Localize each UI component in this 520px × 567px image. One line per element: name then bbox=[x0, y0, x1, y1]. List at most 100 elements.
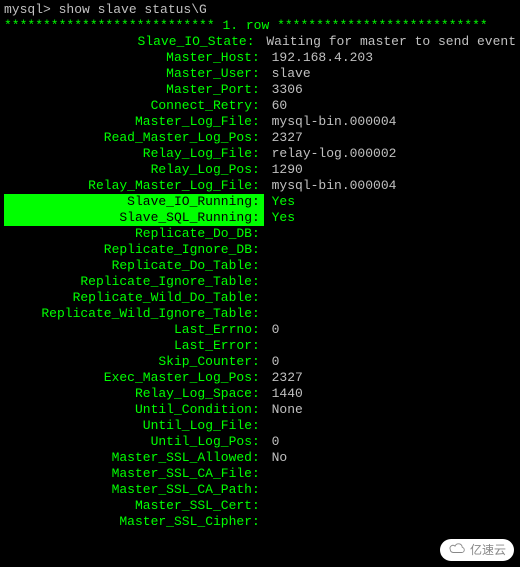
stars-left: *************************** bbox=[4, 18, 215, 33]
status-key: Until_Log_File bbox=[4, 418, 252, 434]
status-key: Replicate_Ignore_DB bbox=[4, 242, 252, 258]
colon: : bbox=[252, 290, 264, 306]
status-key: Replicate_Wild_Ignore_Table bbox=[4, 306, 252, 322]
status-value bbox=[264, 274, 272, 290]
status-value: 60 bbox=[264, 98, 287, 114]
colon: : bbox=[252, 498, 264, 514]
status-row: Relay_Log_File: relay-log.000002 bbox=[4, 146, 516, 162]
status-row: Connect_Retry: 60 bbox=[4, 98, 516, 114]
status-value: 2327 bbox=[264, 130, 303, 146]
status-value bbox=[264, 482, 272, 498]
status-key: Master_Port bbox=[4, 82, 252, 98]
status-key: Connect_Retry bbox=[4, 98, 252, 114]
colon: : bbox=[252, 242, 264, 258]
status-key: Replicate_Ignore_Table bbox=[4, 274, 252, 290]
status-value bbox=[264, 226, 272, 242]
status-key: Slave_SQL_Running bbox=[4, 210, 252, 226]
status-row: Slave_IO_Running: Yes bbox=[4, 194, 516, 210]
status-row: Master_SSL_CA_Path: bbox=[4, 482, 516, 498]
status-key: Last_Error bbox=[4, 338, 252, 354]
status-key: Slave_IO_Running bbox=[4, 194, 252, 210]
status-key: Master_SSL_Cert bbox=[4, 498, 252, 514]
status-row: Until_Condition: None bbox=[4, 402, 516, 418]
status-key: Master_SSL_Cipher bbox=[4, 514, 252, 530]
status-key: Master_Log_File bbox=[4, 114, 252, 130]
status-value: Yes bbox=[264, 210, 295, 226]
colon: : bbox=[252, 450, 264, 466]
status-key: Last_Errno bbox=[4, 322, 252, 338]
status-row: Relay_Master_Log_File: mysql-bin.000004 bbox=[4, 178, 516, 194]
status-row: Master_User: slave bbox=[4, 66, 516, 82]
status-value bbox=[264, 290, 272, 306]
stars-right: *************************** bbox=[277, 18, 488, 33]
status-row: Last_Error: bbox=[4, 338, 516, 354]
status-value: 0 bbox=[264, 434, 280, 450]
status-row: Master_Host: 192.168.4.203 bbox=[4, 50, 516, 66]
status-key: Master_SSL_CA_Path bbox=[4, 482, 252, 498]
colon: : bbox=[252, 226, 264, 242]
status-key: Relay_Master_Log_File bbox=[4, 178, 252, 194]
colon: : bbox=[252, 418, 264, 434]
status-row: Master_Port: 3306 bbox=[4, 82, 516, 98]
status-row: Skip_Counter: 0 bbox=[4, 354, 516, 370]
status-key: Until_Condition bbox=[4, 402, 252, 418]
command-text: show slave status\G bbox=[59, 2, 207, 17]
status-value: 0 bbox=[264, 322, 280, 338]
status-key: Replicate_Do_DB bbox=[4, 226, 252, 242]
status-value: 1290 bbox=[264, 162, 303, 178]
colon: : bbox=[252, 402, 264, 418]
colon: : bbox=[252, 178, 264, 194]
status-key: Read_Master_Log_Pos bbox=[4, 130, 252, 146]
colon: : bbox=[252, 306, 264, 322]
status-row: Replicate_Wild_Do_Table: bbox=[4, 290, 516, 306]
status-value bbox=[264, 242, 272, 258]
colon: : bbox=[252, 146, 264, 162]
prompt-line: mysql> show slave status\G bbox=[4, 2, 516, 18]
status-row: Replicate_Wild_Ignore_Table: bbox=[4, 306, 516, 322]
status-key: Slave_IO_State bbox=[4, 34, 247, 50]
status-key: Exec_Master_Log_Pos bbox=[4, 370, 252, 386]
status-value: 2327 bbox=[264, 370, 303, 386]
colon: : bbox=[247, 34, 259, 50]
status-rows: Slave_IO_State: Waiting for master to se… bbox=[4, 34, 516, 530]
colon: : bbox=[252, 386, 264, 402]
colon: : bbox=[252, 274, 264, 290]
colon: : bbox=[252, 338, 264, 354]
colon: : bbox=[252, 50, 264, 66]
status-key: Master_SSL_Allowed bbox=[4, 450, 252, 466]
status-key: Until_Log_Pos bbox=[4, 434, 252, 450]
status-value: 0 bbox=[264, 354, 280, 370]
colon: : bbox=[252, 82, 264, 98]
status-row: Master_SSL_Cipher: bbox=[4, 514, 516, 530]
status-key: Master_Host bbox=[4, 50, 252, 66]
watermark-text: 亿速云 bbox=[470, 542, 506, 558]
status-row: Replicate_Do_Table: bbox=[4, 258, 516, 274]
status-row: Until_Log_File: bbox=[4, 418, 516, 434]
status-row: Relay_Log_Space: 1440 bbox=[4, 386, 516, 402]
status-value: 192.168.4.203 bbox=[264, 50, 373, 66]
colon: : bbox=[252, 514, 264, 530]
status-value bbox=[264, 338, 272, 354]
prompt-label: mysql> bbox=[4, 2, 59, 17]
status-value bbox=[264, 514, 272, 530]
colon: : bbox=[252, 210, 264, 226]
colon: : bbox=[252, 434, 264, 450]
colon: : bbox=[252, 162, 264, 178]
status-row: Until_Log_Pos: 0 bbox=[4, 434, 516, 450]
status-value bbox=[264, 306, 272, 322]
status-value: Waiting for master to send event bbox=[259, 34, 516, 50]
row-separator: *************************** 1. row *****… bbox=[4, 18, 516, 34]
status-value: No bbox=[264, 450, 287, 466]
status-value bbox=[264, 466, 272, 482]
status-row: Last_Errno: 0 bbox=[4, 322, 516, 338]
colon: : bbox=[252, 466, 264, 482]
colon: : bbox=[252, 114, 264, 130]
terminal-output[interactable]: mysql> show slave status\G *************… bbox=[0, 0, 520, 532]
status-row: Relay_Log_Pos: 1290 bbox=[4, 162, 516, 178]
colon: : bbox=[252, 98, 264, 114]
status-value: None bbox=[264, 402, 303, 418]
status-row: Master_SSL_CA_File: bbox=[4, 466, 516, 482]
status-row: Slave_IO_State: Waiting for master to se… bbox=[4, 34, 516, 50]
status-key: Replicate_Do_Table bbox=[4, 258, 252, 274]
status-key: Skip_Counter bbox=[4, 354, 252, 370]
